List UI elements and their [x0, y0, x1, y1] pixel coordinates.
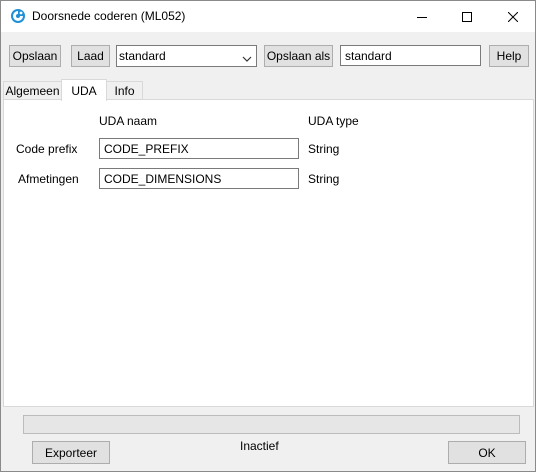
code-prefix-label: Code prefix: [16, 142, 78, 156]
tab-algemeen[interactable]: Algemeen: [3, 81, 62, 100]
help-button[interactable]: Help: [489, 45, 529, 67]
maximize-icon: [461, 11, 472, 22]
close-button[interactable]: [490, 1, 535, 32]
tab-uda[interactable]: UDA: [61, 79, 107, 101]
minimize-button[interactable]: [399, 1, 444, 32]
app-icon: [10, 8, 26, 24]
dialog-window: Doorsnede coderen (ML052) Opslaan Laad s…: [0, 0, 536, 472]
preset-select[interactable]: standard: [116, 45, 257, 67]
maximize-button[interactable]: [444, 1, 489, 32]
export-button[interactable]: Exporteer: [32, 441, 110, 464]
code-prefix-type: String: [308, 142, 340, 156]
progress-bar: [23, 415, 520, 434]
dimensions-label: Afmetingen: [18, 172, 79, 186]
code-prefix-field[interactable]: CODE_PREFIX: [99, 138, 299, 159]
dimensions-field[interactable]: CODE_DIMENSIONS: [99, 168, 299, 189]
chevron-down-icon: [242, 52, 252, 66]
save-as-field[interactable]: standard: [340, 45, 481, 66]
minimize-icon: [416, 16, 427, 18]
status-text: Inactief: [240, 439, 279, 453]
uda-type-header: UDA type: [308, 114, 359, 128]
preset-select-value: standard: [119, 49, 166, 63]
load-button[interactable]: Laad: [71, 45, 110, 67]
ok-button[interactable]: OK: [448, 441, 526, 464]
dimensions-type: String: [308, 172, 340, 186]
tab-info[interactable]: Info: [106, 81, 143, 100]
uda-tab-page: UDA naam UDA type Code prefix CODE_PREFI…: [3, 99, 534, 407]
save-button[interactable]: Opslaan: [9, 45, 61, 67]
window-title: Doorsnede coderen (ML052): [32, 9, 186, 23]
title-bar: Doorsnede coderen (ML052): [1, 1, 535, 32]
uda-name-header: UDA naam: [99, 114, 158, 128]
close-icon: [507, 11, 518, 22]
save-as-button[interactable]: Opslaan als: [264, 45, 333, 67]
